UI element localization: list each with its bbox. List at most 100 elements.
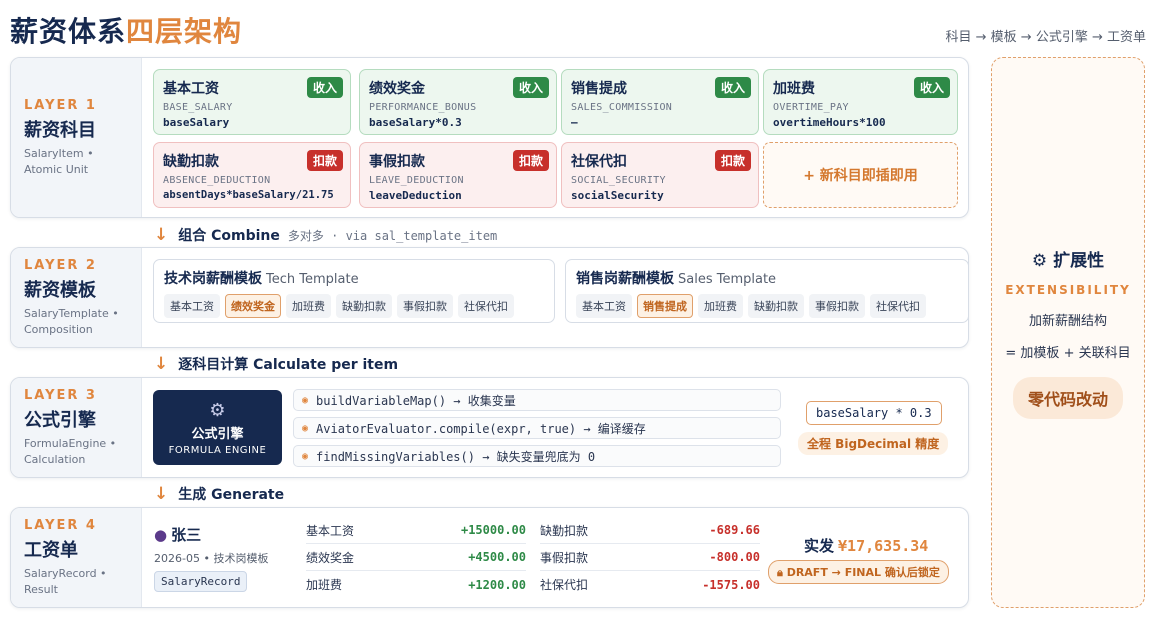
template-chip: 基本工资 [576, 294, 632, 318]
template-title: 销售岗薪酬模板 Sales Template [576, 271, 777, 287]
connector-label: 生成 Generate [178, 487, 285, 503]
income-line: 绩效奖金 +4500.00 [306, 544, 526, 571]
extensibility-line: = 加模板 + 关联科目 [1005, 346, 1131, 361]
template-chip: 社保代扣 [870, 294, 926, 318]
deduct-badge: 扣款 [306, 150, 343, 171]
extensibility-panel: ⚙ 扩展性 EXTENSIBILITY 加新薪酬结构 = 加模板 + 关联科目 … [991, 57, 1145, 608]
item-formula: baseSalary*0.3 [369, 116, 462, 129]
salary-item-card[interactable]: 缺勤扣款 ABSENCE_DEDUCTION absentDays*baseSa… [153, 142, 351, 208]
deduction-line: 社保代扣 -1575.00 [540, 577, 760, 593]
add-new-item-button[interactable]: + 新科目即插即用 [763, 142, 958, 208]
item-formula: — [571, 116, 578, 129]
connector-note: 多对多 · via sal_template_item [287, 229, 498, 243]
item-formula: socialSecurity [571, 189, 664, 202]
employee-name: ● 张三 [154, 526, 202, 544]
engine-label-cn: 公式引擎 [191, 426, 244, 442]
template-chip: 事假扣款 [809, 294, 865, 318]
connector-label: 组合 Combine [178, 228, 280, 244]
connector-generate: ↓ 生成 Generate [154, 484, 284, 504]
salary-item-card[interactable]: 加班费 OVERTIME_PAY overtimeHours*100 收入 [763, 69, 958, 135]
item-formula: leaveDeduction [369, 189, 462, 202]
extensibility-line: 加新薪酬结构 [1028, 314, 1107, 329]
template-chip-highlight: 绩效奖金 [225, 294, 281, 318]
extensibility-title: ⚙ 扩展性 [1031, 251, 1105, 271]
record-period: 2026-05 • 技术岗模板 [154, 552, 269, 565]
flow-subtitle: 科目 → 模板 → 公式引擎 → 工资单 [945, 30, 1146, 45]
connector-label: 逐科目计算 Calculate per item [178, 357, 399, 373]
layer-tag: LAYER 2 [24, 257, 97, 273]
item-code: OVERTIME_PAY [773, 102, 849, 113]
extensibility-en: EXTENSIBILITY [1005, 283, 1131, 297]
layer-1-side: LAYER 1 薪资科目 SalaryItem • Atomic Unit [11, 58, 142, 217]
template-chip: 社保代扣 [458, 294, 514, 318]
layer-desc: SalaryRecord • Result [24, 566, 107, 596]
engine-step: ◉ buildVariableMap() → 收集变量 [293, 389, 781, 411]
gear-icon: ⚙ [209, 399, 226, 421]
step-dot-icon: ◉ [302, 450, 309, 462]
down-arrow-icon: ↓ [154, 354, 169, 374]
formula-engine-block: ⚙ 公式引擎 FORMULA ENGINE [153, 390, 282, 465]
income-badge: 收入 [512, 77, 549, 98]
income-badge: 收入 [306, 77, 343, 98]
connector-calculate: ↓ 逐科目计算 Calculate per item [154, 354, 398, 374]
layer-4-record: ● 张三 2026-05 • 技术岗模板 SalaryRecord 基本工资 +15… [142, 508, 968, 607]
layer-4-panel: LAYER 4 工资单 SalaryRecord • Result ● 张三 202… [10, 507, 969, 608]
layer-desc: SalaryItem • Atomic Unit [24, 146, 94, 176]
item-code: BASE_SALARY [163, 102, 233, 113]
lock-icon: 🔒︎ [777, 566, 787, 579]
precision-badge: 全程 BigDecimal 精度 [798, 432, 949, 455]
sales-template-card[interactable]: 销售岗薪酬模板 Sales Template 基本工资 销售提成 加班费 缺勤扣款… [565, 259, 968, 323]
engine-label-en: FORMULA ENGINE [168, 444, 267, 456]
layer-2-panel: LAYER 2 薪资模板 SalaryTemplate • Composition… [10, 247, 969, 348]
layer-2-templates: 技术岗薪酬模板 Tech Template 基本工资 绩效奖金 加班费 缺勤扣款 … [142, 248, 968, 347]
status-lock-badge: 🔒︎ DRAFT → FINAL 确认后锁定 [768, 560, 949, 584]
layer-desc: FormulaEngine • Calculation [24, 436, 117, 466]
template-chip: 加班费 [286, 294, 331, 318]
salary-item-card[interactable]: 社保代扣 SOCIAL_SECURITY socialSecurity 扣款 [561, 142, 759, 208]
layer-3-engine: ⚙ 公式引擎 FORMULA ENGINE ◉ buildVariableMap(… [142, 378, 968, 477]
deduct-badge: 扣款 [714, 150, 751, 171]
salary-item-card[interactable]: 基本工资 BASE_SALARY baseSalary 收入 [153, 69, 351, 135]
salary-item-card[interactable]: 销售提成 SALES_COMMISSION — 收入 [561, 69, 759, 135]
gear-icon: ⚙ [1031, 251, 1054, 271]
layer-1-items: 基本工资 BASE_SALARY baseSalary 收入 绩效奖金 PERF… [142, 58, 968, 217]
layer-name: 工资单 [24, 539, 78, 561]
item-formula: overtimeHours*100 [773, 116, 886, 129]
record-type-tag: SalaryRecord [154, 571, 248, 592]
income-badge: 收入 [913, 77, 950, 98]
zero-code-pill: 零代码改动 [1012, 377, 1123, 419]
salary-item-card[interactable]: 事假扣款 LEAVE_DEDUCTION leaveDeduction 扣款 [359, 142, 557, 208]
deduction-line: 事假扣款 -800.00 [540, 544, 760, 571]
layer-tag: LAYER 3 [24, 387, 97, 403]
layer-name: 薪资科目 [24, 119, 96, 141]
net-pay: 实发 ¥17,635.34 [804, 537, 929, 555]
page-title: 薪资体系四层架构 [10, 10, 242, 50]
item-code: PERFORMANCE_BONUS [369, 102, 477, 113]
engine-step: ◉ findMissingVariables() → 缺失变量兜底为 0 [293, 445, 781, 467]
salary-item-card[interactable]: 绩效奖金 PERFORMANCE_BONUS baseSalary*0.3 收入 [359, 69, 557, 135]
item-code: ABSENCE_DEDUCTION [163, 175, 271, 186]
step-dot-icon: ◉ [302, 422, 309, 434]
template-chips: 基本工资 销售提成 加班费 缺勤扣款 事假扣款 社保代扣 [576, 294, 958, 318]
item-code: LEAVE_DEDUCTION [369, 175, 464, 186]
layer-name: 公式引擎 [24, 409, 96, 431]
template-chip: 缺勤扣款 [336, 294, 392, 318]
layer-name: 薪资模板 [24, 279, 96, 301]
item-code: SALES_COMMISSION [571, 102, 673, 113]
layer-3-panel: LAYER 3 公式引擎 FormulaEngine • Calculation … [10, 377, 969, 478]
item-formula: absentDays*baseSalary/21.75 [163, 189, 334, 201]
tech-template-card[interactable]: 技术岗薪酬模板 Tech Template 基本工资 绩效奖金 加班费 缺勤扣款 … [153, 259, 555, 323]
down-arrow-icon: ↓ [154, 484, 169, 504]
layer-tag: LAYER 1 [24, 97, 97, 113]
template-chip: 缺勤扣款 [748, 294, 804, 318]
layer-4-side: LAYER 4 工资单 SalaryRecord • Result [11, 508, 142, 607]
deduct-badge: 扣款 [512, 150, 549, 171]
engine-step: ◉ AviatorEvaluator.compile(expr, true) → … [293, 417, 781, 439]
layer-desc: SalaryTemplate • Composition [24, 306, 119, 336]
layer-1-panel: LAYER 1 薪资科目 SalaryItem • Atomic Unit 基本工… [10, 57, 969, 218]
template-title: 技术岗薪酬模板 Tech Template [164, 271, 359, 287]
person-icon: ● [154, 526, 168, 544]
down-arrow-icon: ↓ [154, 225, 169, 245]
item-formula: baseSalary [163, 116, 230, 129]
layer-3-side: LAYER 3 公式引擎 FormulaEngine • Calculation [11, 378, 142, 477]
